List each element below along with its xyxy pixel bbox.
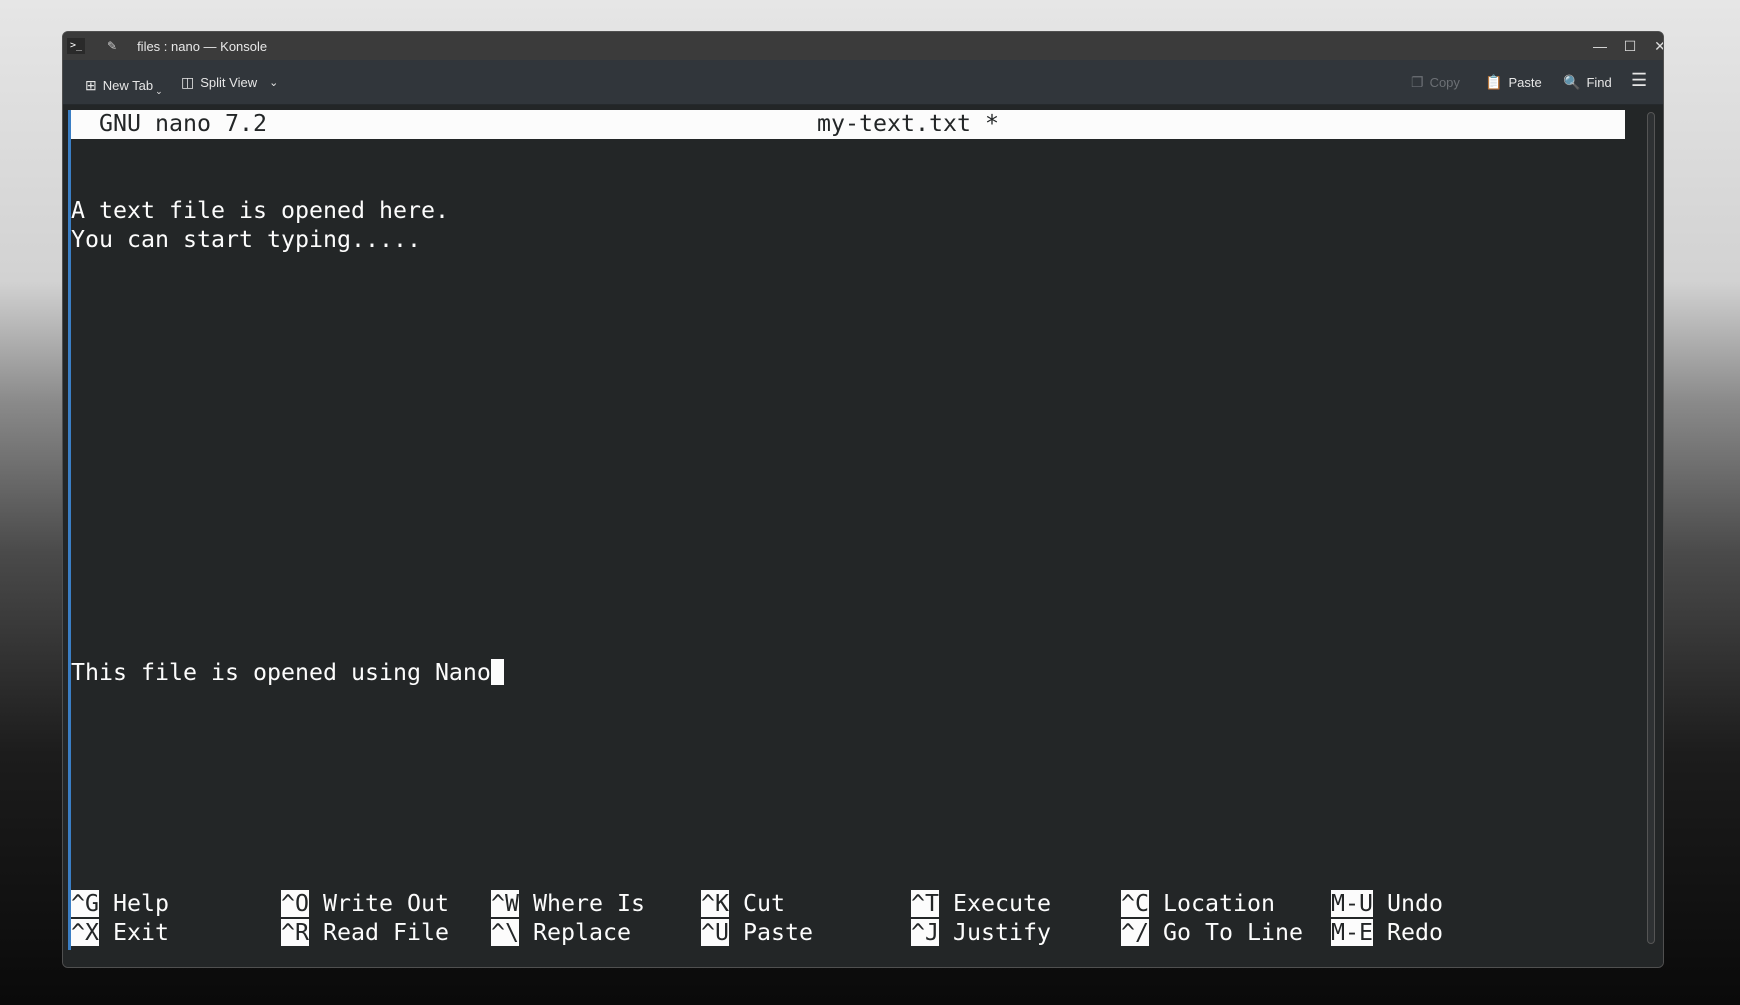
shortcut-label: Cut xyxy=(743,890,785,918)
search-icon: 🔍 xyxy=(1563,74,1581,90)
find-button[interactable]: 🔍 Find xyxy=(1563,74,1612,91)
chevron-down-icon: ⌄ xyxy=(155,86,163,96)
shortcut-item[interactable]: ^W Where Is xyxy=(491,890,701,919)
shortcut-bar-row-1: ^G Help ^O Write Out ^W Where Is ^K Cut ^T E… xyxy=(71,890,1625,919)
shortcut-key: ^J xyxy=(911,918,939,946)
maximize-button[interactable]: ☐ xyxy=(1615,32,1645,60)
shortcut-item[interactable]: ^\ Replace xyxy=(491,918,701,948)
shortcut-label: Undo xyxy=(1387,890,1443,918)
shortcut-key: ^R xyxy=(281,918,309,946)
shortcut-item[interactable]: ^/ Go To Line xyxy=(1121,918,1331,948)
shortcut-bar-row-2: ^X Exit ^R Read File ^\ Replace ^U Paste ^J … xyxy=(71,918,1625,948)
terminal-area[interactable]: GNU nano 7.2 my-text.txt * A text file is… xyxy=(63,106,1663,967)
new-tab-button[interactable]: ⊞ New Tab ⌄ xyxy=(85,74,163,97)
shortcut-key: ^X xyxy=(71,918,99,946)
shortcut-key: ^G xyxy=(71,890,99,918)
new-tab-icon: ⊞ xyxy=(85,77,97,93)
shortcut-item[interactable]: ^X Exit xyxy=(71,918,281,948)
shortcut-label: Location xyxy=(1163,890,1275,918)
text-line: You can start typing..... xyxy=(71,225,421,253)
text-line: This file is opened using Nano xyxy=(71,658,491,686)
toolbar: ⊞ New Tab ⌄ ◫ Split View ⌄ ❐ Copy 📋 Paste 🔍 Fin… xyxy=(63,60,1663,105)
text-cursor xyxy=(490,658,504,685)
shortcut-item[interactable]: ^T Execute xyxy=(911,890,1121,919)
shortcut-label: Read File xyxy=(323,918,449,946)
split-view-icon: ◫ xyxy=(181,74,195,90)
shortcut-item[interactable]: ^R Read File xyxy=(281,918,491,948)
shortcut-key: M-E xyxy=(1331,918,1373,946)
shortcut-key: ^K xyxy=(701,890,729,918)
shortcut-label: Paste xyxy=(743,918,813,946)
shortcut-item[interactable]: ^U Paste xyxy=(701,918,911,948)
copy-button[interactable]: ❐ Copy xyxy=(1411,74,1460,91)
shortcut-item[interactable]: ^G Help xyxy=(71,890,281,919)
chevron-down-icon[interactable]: ⌄ xyxy=(269,76,278,89)
shortcut-item[interactable]: ^C Location xyxy=(1121,890,1331,919)
shortcut-item[interactable]: ^K Cut xyxy=(701,890,911,919)
shortcut-key: ^O xyxy=(281,890,309,918)
nano-header: GNU nano 7.2 my-text.txt * xyxy=(71,110,1625,139)
pin-icon[interactable]: ✎ xyxy=(107,39,117,53)
close-button[interactable]: ✕ xyxy=(1645,32,1663,60)
konsole-window: >_ ✎ files : nano — Konsole — ☐ ✕ ⊞New T… xyxy=(62,31,1664,968)
split-view-button[interactable]: ◫ Split View ⌄ xyxy=(181,74,278,91)
copy-icon: ❐ xyxy=(1411,74,1424,90)
clipboard-icon: 📋 xyxy=(1485,74,1503,90)
shortcut-label: Justify xyxy=(953,918,1051,946)
shortcut-key: ^\ xyxy=(491,918,519,946)
nano-filename: my-text.txt * xyxy=(817,110,999,137)
title-bar: >_ ✎ files : nano — Konsole — ☐ ✕ xyxy=(63,32,1663,60)
hamburger-menu-icon[interactable]: ☰ xyxy=(1631,70,1647,91)
shortcut-key: ^C xyxy=(1121,890,1149,918)
shortcut-key: ^U xyxy=(701,918,729,946)
paste-button[interactable]: 📋 Paste xyxy=(1485,74,1542,91)
text-line: A text file is opened here. xyxy=(71,196,449,224)
shortcut-item[interactable]: ^O Write Out xyxy=(281,890,491,919)
shortcut-item[interactable]: M-E Redo xyxy=(1331,918,1541,948)
scrollbar[interactable] xyxy=(1647,112,1655,944)
shortcut-label: Replace xyxy=(533,918,631,946)
shortcut-key: ^W xyxy=(491,890,519,918)
nano-screen[interactable]: GNU nano 7.2 my-text.txt * A text file is… xyxy=(71,110,1625,948)
shortcut-label: Write Out xyxy=(323,890,449,918)
shortcut-key: ^/ xyxy=(1121,918,1149,946)
shortcut-label: Go To Line xyxy=(1163,918,1303,946)
shortcut-label: Help xyxy=(113,890,169,918)
shortcut-label: Execute xyxy=(953,890,1051,918)
shortcut-label: Redo xyxy=(1387,918,1443,946)
shortcut-label: Exit xyxy=(113,918,169,946)
window-title: files : nano — Konsole xyxy=(137,38,268,54)
shortcut-key: M-U xyxy=(1331,890,1373,918)
shortcut-key: ^T xyxy=(911,890,939,918)
shortcut-item[interactable]: ^J Justify xyxy=(911,918,1121,948)
shortcut-label: Where Is xyxy=(533,890,645,918)
shortcut-item[interactable]: M-U Undo xyxy=(1331,890,1541,919)
minimize-button[interactable]: — xyxy=(1585,32,1615,60)
terminal-app-icon[interactable]: >_ xyxy=(67,38,85,54)
